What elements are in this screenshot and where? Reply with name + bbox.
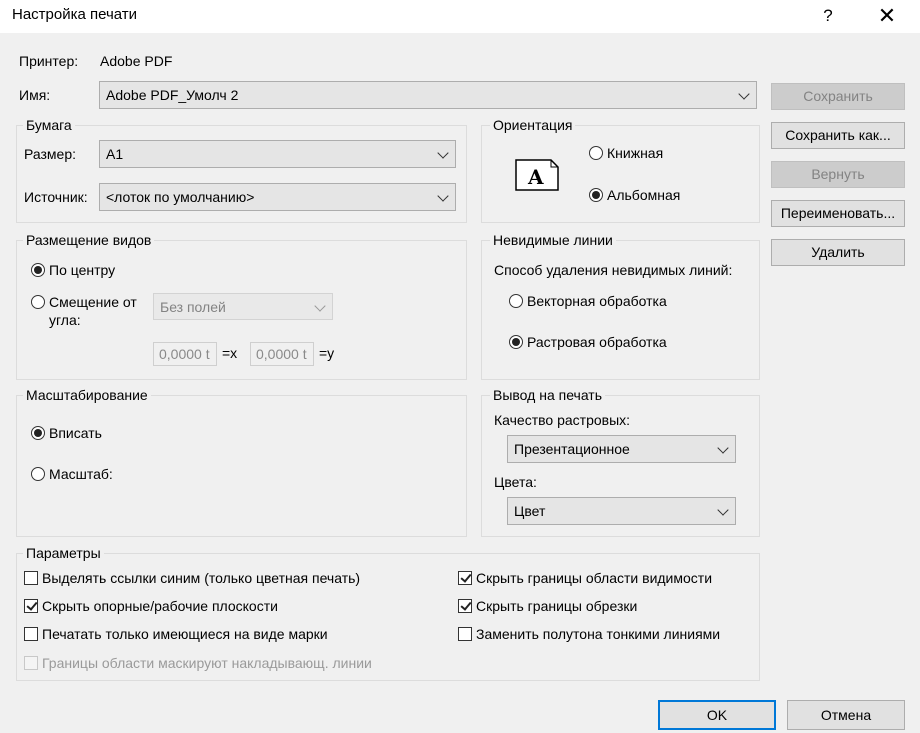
center-label: По центру	[49, 262, 116, 278]
option-label-hide-ref-planes: Скрыть опорные/рабочие плоскости	[42, 598, 278, 614]
name-dropdown[interactable]: Adobe PDF_Умолч 2	[99, 81, 757, 109]
zoom-group-title: Масштабирование	[23, 386, 151, 404]
hidden-lines-group: Невидимые линии	[481, 231, 760, 380]
quality-label: Качество растровых:	[494, 412, 631, 428]
paper-size-dropdown[interactable]: A1	[99, 140, 456, 168]
save-button[interactable]: Сохранить	[771, 83, 905, 110]
options-group-title: Параметры	[23, 544, 104, 562]
paper-source-value: <лоток по умолчанию>	[106, 189, 255, 205]
margin-value: Без полей	[160, 299, 226, 315]
orientation-group-title: Ориентация	[490, 116, 576, 134]
quality-value: Презентационное	[514, 441, 630, 457]
offset-y-input[interactable]: 0,0000 t	[250, 342, 314, 366]
paper-size-label: Размер:	[24, 146, 77, 162]
option-checkbox-print-tags-only[interactable]	[24, 627, 38, 641]
name-label: Имя:	[19, 87, 51, 103]
option-checkbox-hide-ref-planes[interactable]	[24, 599, 38, 613]
option-checkbox-replace-halftone[interactable]	[458, 627, 472, 641]
offset-label-line1: Смещение от	[49, 294, 137, 310]
option-label-hide-crop-boundaries: Скрыть границы обрезки	[476, 598, 638, 614]
orientation-icon-letter: A	[527, 165, 544, 189]
option-checkbox-hide-scope-boxes[interactable]	[458, 571, 472, 585]
close-button[interactable]: ✕	[872, 1, 902, 31]
colors-value: Цвет	[514, 503, 546, 519]
colors-label: Цвета:	[494, 474, 537, 490]
printer-label: Принтер:	[19, 53, 79, 69]
paper-source-label: Источник:	[24, 189, 88, 205]
delete-button[interactable]: Удалить	[771, 239, 905, 266]
fit-radio[interactable]	[31, 426, 45, 440]
scale-radio[interactable]	[31, 467, 45, 481]
portrait-label: Книжная	[607, 145, 664, 161]
offset-y-suffix: =y	[319, 345, 335, 361]
offset-x-input[interactable]: 0,0000 t	[153, 342, 217, 366]
paper-source-dropdown[interactable]: <лоток по умолчанию>	[99, 183, 456, 211]
landscape-radio[interactable]	[589, 188, 603, 202]
option-label-blue-links: Выделять ссылки синим (только цветная пе…	[42, 570, 361, 586]
chevron-down-icon	[316, 302, 325, 311]
cancel-button[interactable]: Отмена	[787, 700, 905, 730]
raster-radio[interactable]	[509, 335, 523, 349]
vector-label: Векторная обработка	[527, 293, 667, 309]
offset-radio[interactable]	[31, 295, 45, 309]
scale-label: Масштаб:	[49, 466, 113, 482]
rename-button[interactable]: Переименовать...	[771, 200, 905, 227]
placement-group-title: Размещение видов	[23, 231, 155, 249]
offset-label-line2: угла:	[49, 312, 81, 328]
vector-radio[interactable]	[509, 294, 523, 308]
chevron-down-icon	[439, 149, 448, 158]
center-radio[interactable]	[31, 263, 45, 277]
revert-button[interactable]: Вернуть	[771, 161, 905, 188]
option-checkbox-region-edges[interactable]	[24, 656, 38, 670]
output-group-title: Вывод на печать	[490, 386, 606, 404]
offset-x-suffix: =x	[222, 345, 238, 361]
raster-label: Растровая обработка	[527, 334, 667, 350]
hidden-lines-method-label: Способ удаления невидимых линий:	[494, 262, 733, 278]
printer-value: Adobe PDF	[100, 53, 173, 69]
chevron-down-icon	[439, 192, 448, 201]
option-label-region-edges: Границы области маскируют накладывающ. л…	[42, 655, 372, 671]
option-checkbox-hide-crop-boundaries[interactable]	[458, 599, 472, 613]
name-dropdown-value: Adobe PDF_Умолч 2	[106, 87, 239, 103]
portrait-radio[interactable]	[589, 146, 603, 160]
margin-dropdown[interactable]: Без полей	[153, 293, 333, 320]
quality-dropdown[interactable]: Презентационное	[507, 435, 736, 463]
dialog-title: Настройка печати	[12, 6, 138, 23]
hidden-lines-group-title: Невидимые линии	[490, 231, 616, 249]
title-bar	[0, 0, 920, 33]
help-button[interactable]: ?	[816, 3, 840, 29]
paper-size-value: A1	[106, 146, 124, 162]
chevron-down-icon	[719, 506, 728, 515]
fit-label: Вписать	[49, 425, 102, 441]
option-label-hide-scope-boxes: Скрыть границы области видимости	[476, 570, 713, 586]
ok-button[interactable]: OK	[658, 700, 776, 730]
chevron-down-icon	[719, 444, 728, 453]
option-label-print-tags-only: Печатать только имеющиеся на виде марки	[42, 626, 328, 642]
save-as-button[interactable]: Сохранить как...	[771, 122, 905, 149]
landscape-page-icon: A	[515, 159, 559, 191]
landscape-label: Альбомная	[607, 187, 681, 203]
option-checkbox-blue-links[interactable]	[24, 571, 38, 585]
chevron-down-icon	[740, 90, 749, 99]
paper-group-title: Бумага	[23, 116, 75, 134]
option-label-replace-halftone: Заменить полутона тонкими линиями	[476, 626, 721, 642]
colors-dropdown[interactable]: Цвет	[507, 497, 736, 525]
